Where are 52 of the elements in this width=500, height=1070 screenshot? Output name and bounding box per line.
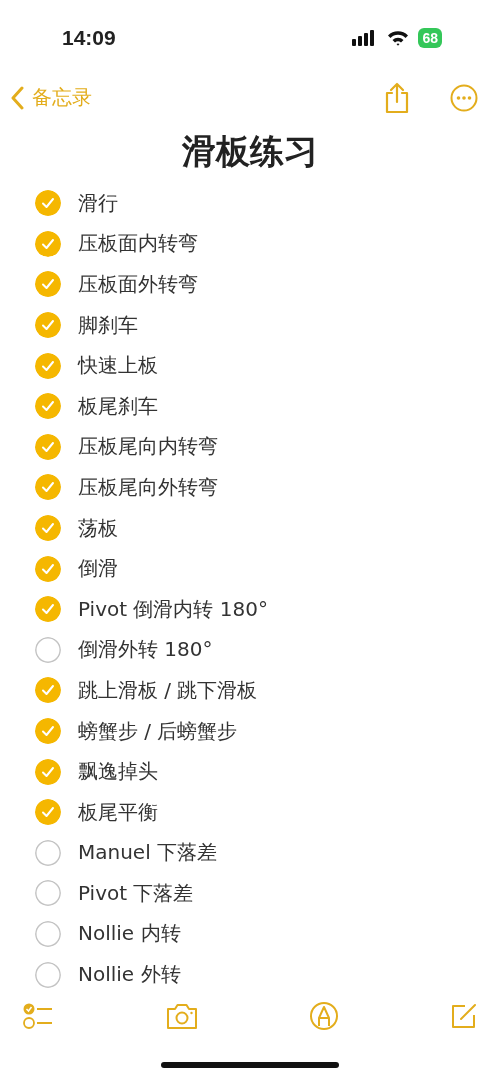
checkbox[interactable] xyxy=(35,555,61,582)
checkbox[interactable] xyxy=(35,636,61,663)
camera-icon[interactable] xyxy=(164,1001,199,1030)
checkbox[interactable] xyxy=(35,718,61,744)
checklist-item: Pivot 下落差 xyxy=(78,879,194,907)
checklist-item: 压板面内转弯 xyxy=(78,230,198,258)
back-chevron-icon[interactable] xyxy=(10,85,24,110)
checklist-item: 荡板 xyxy=(78,514,118,542)
checkbox[interactable] xyxy=(35,312,61,339)
checklist-item: 板尾平衡 xyxy=(78,798,158,826)
checkbox[interactable] xyxy=(35,758,61,785)
checkbox[interactable] xyxy=(35,230,61,257)
checklist-item: 滑行 xyxy=(78,189,118,217)
checklist-item: 快速上板 xyxy=(78,352,158,380)
checklist-icon[interactable] xyxy=(22,1001,54,1030)
checkbox[interactable] xyxy=(35,596,61,623)
checklist-item: 飘逸掉头 xyxy=(78,758,158,786)
checkbox[interactable] xyxy=(35,433,61,460)
checkbox[interactable] xyxy=(35,190,61,217)
checklist-item: 板尾刹车 xyxy=(78,392,158,420)
checklist-item: 螃蟹步 / 后螃蟹步 xyxy=(78,717,238,745)
checklist-item: 倒滑外转 180° xyxy=(78,636,213,664)
checklist-item: 脚刹车 xyxy=(78,311,138,339)
checklist-item: Nollie 外转 xyxy=(78,961,181,989)
checkbox[interactable] xyxy=(35,515,61,542)
checkbox[interactable] xyxy=(35,271,61,298)
status-time: 14:09 xyxy=(62,25,116,50)
wifi-icon xyxy=(387,29,410,46)
markup-pen-icon[interactable] xyxy=(309,1000,340,1031)
checklist-item: 压板尾向内转弯 xyxy=(78,433,218,461)
checklist-item: 压板面外转弯 xyxy=(78,271,198,298)
battery-level: 68 xyxy=(418,27,442,48)
checklist-item: Nollie 内转 xyxy=(78,920,181,948)
checklist-item: Manuel 下落差 xyxy=(78,839,218,867)
share-icon[interactable] xyxy=(384,81,410,114)
checklist-item: 跳上滑板 / 跳下滑板 xyxy=(78,676,258,704)
checklist-item: 倒滑 xyxy=(78,555,118,583)
checkbox[interactable] xyxy=(35,880,61,907)
note-title: 滑板练习 xyxy=(181,129,319,173)
compose-icon[interactable] xyxy=(449,1001,478,1030)
checkbox[interactable] xyxy=(35,961,61,988)
checklist-item: Pivot 倒滑内转 180° xyxy=(78,595,268,623)
checkbox[interactable] xyxy=(35,677,61,704)
checkbox[interactable] xyxy=(35,839,61,866)
more-icon[interactable] xyxy=(450,83,478,112)
checkbox[interactable] xyxy=(35,921,61,947)
back-button[interactable]: 备忘录 xyxy=(10,84,92,111)
checkbox[interactable] xyxy=(35,474,61,501)
checklist-item: 压板尾向外转弯 xyxy=(78,473,218,501)
checkbox[interactable] xyxy=(35,799,61,826)
checkbox[interactable] xyxy=(35,393,61,420)
checkbox[interactable] xyxy=(35,352,61,379)
